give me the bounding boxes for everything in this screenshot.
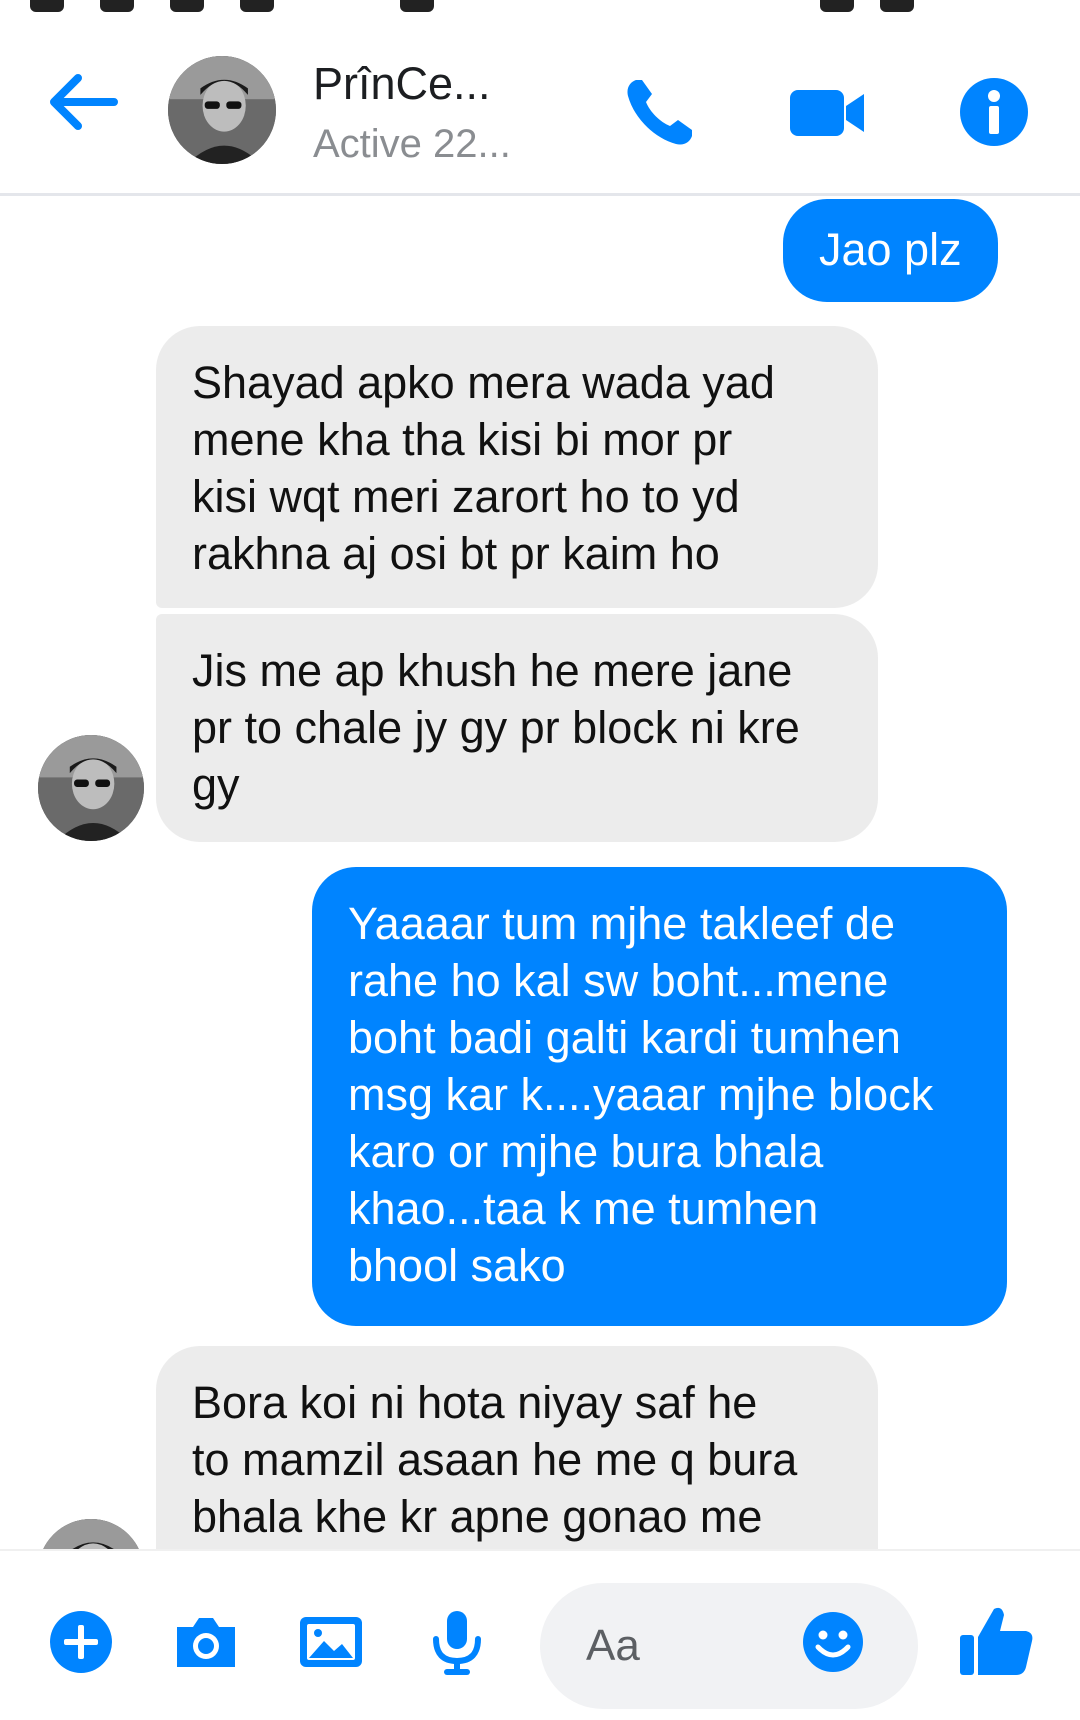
message-text: Shayad apko mera wada yad [192, 357, 775, 408]
message-text: Jis me ap khush he mere jane [192, 645, 793, 696]
message-text: to mamzil asaan he me q bura [192, 1434, 798, 1485]
status-icon [880, 0, 914, 12]
message-bubble-incoming[interactable]: Jis me ap khush he mere jane pr to chale… [156, 614, 878, 842]
voice-call-button[interactable] [620, 72, 700, 152]
video-call-button[interactable] [788, 72, 868, 152]
thumbs-up-icon [960, 1607, 1033, 1675]
conversation-header: PrînCe... Active 22... [0, 16, 1080, 196]
conversation-info-button[interactable] [954, 72, 1034, 152]
sender-avatar[interactable] [38, 735, 144, 841]
message-bubble-outgoing[interactable]: Jao plz [783, 199, 998, 302]
message-text: rakhna aj osi bt pr kaim ho [192, 528, 720, 579]
message-text: pr to chale jy gy pr block ni kre [192, 702, 800, 753]
message-bubble-outgoing[interactable]: Yaaaar tum mjhe takleef de rahe ho kal s… [312, 867, 1007, 1326]
microphone-icon [433, 1611, 481, 1675]
message-text: khao...taa k me tumhen [348, 1183, 819, 1234]
message-text: Bora koi ni hota niyay saf he [192, 1377, 758, 1428]
message-text: karo or mjhe bura bhala [348, 1126, 824, 1177]
voice-message-button[interactable] [422, 1607, 492, 1677]
message-composer: Aa [0, 1549, 1080, 1720]
message-bubble-incoming[interactable]: Shayad apko mera wada yad mene kha tha k… [156, 326, 878, 608]
avatar-photo [168, 56, 276, 164]
more-actions-button[interactable] [46, 1607, 116, 1677]
message-text: rahe ho kal sw boht...mene [348, 955, 889, 1006]
contact-active-status: Active 22... [313, 122, 511, 166]
message-text: boht badi galti kardi tumhen [348, 1012, 901, 1063]
avatar-photo [38, 1519, 144, 1549]
message-text: bhool sako [348, 1240, 566, 1291]
status-icon [400, 0, 434, 12]
message-input-placeholder: Aa [586, 1621, 640, 1670]
status-icon [820, 0, 854, 12]
status-icon [240, 0, 274, 12]
message-list[interactable]: Jao plz Shayad apko mera wada yad mene k… [0, 199, 1080, 1549]
emoji-button[interactable] [800, 1609, 866, 1675]
video-camera-icon [790, 90, 864, 136]
info-icon [960, 78, 1028, 146]
message-text: Jao plz [819, 224, 962, 275]
image-icon [300, 1617, 362, 1667]
message-text: gy [192, 759, 240, 810]
status-icon [100, 0, 134, 12]
status-icon [30, 0, 64, 12]
camera-icon [177, 1618, 235, 1667]
avatar-photo [38, 735, 144, 841]
status-bar [0, 0, 1080, 16]
arrow-left-icon [50, 74, 118, 130]
message-text: bhala khe kr apne gonao me [192, 1491, 763, 1542]
back-button[interactable] [44, 72, 124, 152]
like-button[interactable] [958, 1601, 1036, 1679]
status-icon [170, 0, 204, 12]
phone-icon [627, 80, 692, 145]
contact-name[interactable]: PrînCe... [313, 58, 491, 110]
sender-avatar[interactable] [38, 1519, 144, 1549]
message-bubble-incoming[interactable]: Bora koi ni hota niyay saf he to mamzil … [156, 1346, 878, 1549]
message-text: Yaaaar tum mjhe takleef de [348, 898, 895, 949]
camera-button[interactable] [171, 1607, 241, 1677]
gallery-button[interactable] [296, 1607, 366, 1677]
plus-icon [50, 1611, 112, 1673]
message-text: msg kar k....yaaar mjhe block [348, 1069, 934, 1120]
emoji-icon [803, 1612, 863, 1672]
message-text: kisi wqt meri zarort ho to yd [192, 471, 740, 522]
message-text: mene kha tha kisi bi mor pr [192, 414, 733, 465]
contact-avatar[interactable] [168, 56, 276, 164]
